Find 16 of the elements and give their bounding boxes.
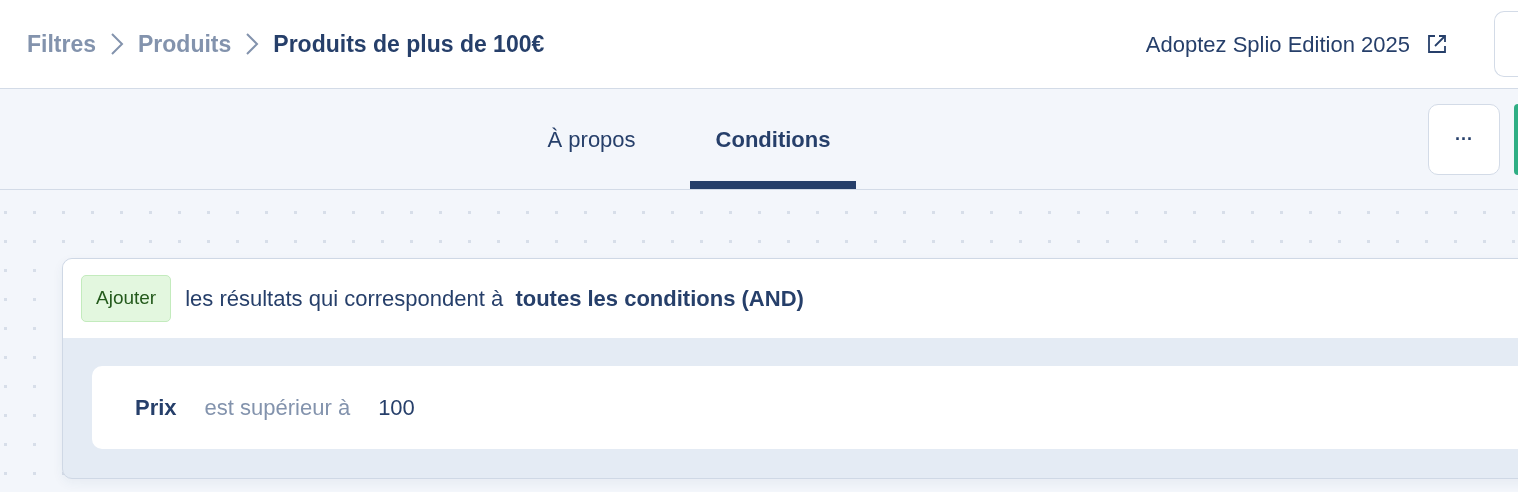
external-link-icon (1426, 33, 1448, 55)
condition-row[interactable]: Prix est supérieur à 100 (92, 366, 1518, 449)
tab[interactable]: Conditions (689, 89, 857, 189)
group-description: les résultats qui correspondent à toutes les conditions (AND) (185, 285, 804, 313)
chevron-icon (110, 32, 125, 56)
page-title: Produits de plus de 100€ (273, 29, 545, 59)
condition-value: 100 (378, 394, 415, 422)
action-badge[interactable]: Ajouter (81, 275, 172, 322)
condition-field: Prix (135, 391, 177, 424)
chevron-icon (245, 32, 260, 56)
action-button[interactable] (1514, 103, 1518, 175)
tab[interactable]: À propos (521, 89, 662, 189)
condition-operator: est supérieur à (204, 394, 351, 422)
header-link[interactable]: Adoptez Splio Edition 2025 (1145, 27, 1410, 61)
header-button[interactable] (1494, 11, 1518, 77)
more-button[interactable]: ··· (1428, 103, 1500, 175)
